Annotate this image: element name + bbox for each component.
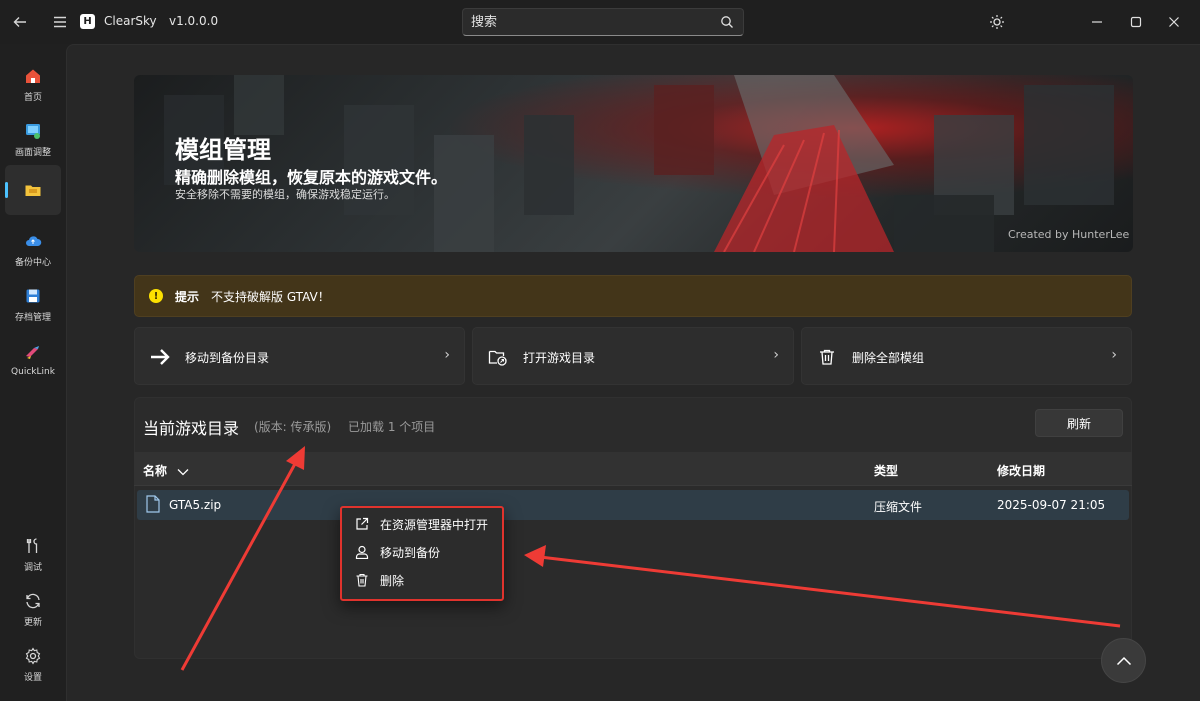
cloud-backup-icon	[24, 232, 42, 250]
sidebar-item-label: QuickLink	[11, 366, 55, 377]
gear-icon	[24, 647, 42, 665]
arrow-right-icon	[149, 346, 171, 368]
theme-toggle-icon[interactable]	[987, 12, 1007, 32]
directory-title: 当前游戏目录	[143, 419, 240, 438]
chevron-down-icon	[177, 468, 189, 475]
sidebar-item-update[interactable]: 更新	[5, 585, 61, 635]
search-input[interactable]	[471, 9, 711, 35]
file-modified-cell: 2025-09-07 21:05	[997, 498, 1106, 512]
delete-all-mods-card[interactable]: 删除全部模组 ›	[801, 327, 1132, 385]
move-to-backup-label: 移动到备份目录	[185, 351, 270, 365]
refresh-icon	[24, 592, 42, 610]
sidebar-item-settings[interactable]: 设置	[5, 640, 61, 690]
sidebar-item-mods[interactable]	[5, 165, 61, 215]
display-adjust-icon	[24, 122, 42, 140]
column-header-modified[interactable]: 修改日期	[997, 462, 1045, 479]
menu-item-delete[interactable]: 删除	[354, 569, 404, 591]
table-header	[134, 452, 1132, 486]
warning-title: 提示	[175, 290, 200, 304]
sidebar-item-label: 首页	[23, 93, 42, 103]
warning-infobar: ! 提示 不支持破解版 GTAV！	[134, 275, 1132, 317]
banner-title: 模组管理	[175, 136, 271, 164]
warning-message: 不支持破解版 GTAV！	[211, 290, 330, 304]
table-row[interactable]	[137, 490, 1129, 520]
sidebar: 首页 画面调整 备份中心 存档管理 QuickLink 调试 更新 设置	[0, 44, 66, 701]
minimize-icon[interactable]	[1087, 12, 1107, 32]
sidebar-item-label: 调试	[23, 563, 42, 573]
hamburger-menu-icon[interactable]	[48, 10, 72, 34]
title-bar: H ClearSky v1.0.0.0	[0, 0, 1200, 44]
trash-icon	[816, 346, 838, 368]
sidebar-item-display-adjust[interactable]: 画面调整	[5, 115, 61, 165]
tools-icon	[24, 537, 42, 555]
banner-subtitle: 精确删除模组，恢复原本的游戏文件。	[175, 168, 448, 187]
chevron-right-icon: ›	[444, 347, 450, 363]
app-logo: H	[80, 14, 95, 29]
trash-icon	[354, 572, 370, 588]
column-header-type[interactable]: 类型	[874, 462, 898, 479]
sidebar-item-label: 更新	[23, 618, 42, 628]
sidebar-item-label: 备份中心	[14, 258, 51, 268]
banner-credit: Created by HunterLee	[1008, 228, 1130, 241]
chevron-right-icon: ›	[773, 347, 779, 363]
quicklink-icon	[24, 344, 42, 362]
chevron-up-icon	[1116, 656, 1131, 665]
refresh-button[interactable]: 刷新	[1035, 409, 1123, 437]
back-arrow-icon[interactable]	[8, 10, 32, 34]
sidebar-item-label: 画面调整	[14, 148, 51, 158]
scroll-to-top-button[interactable]	[1101, 638, 1146, 683]
save-icon	[24, 287, 42, 305]
maximize-icon[interactable]	[1126, 12, 1146, 32]
context-menu: 在资源管理器中打开 移动到备份 删除	[340, 506, 504, 601]
search-icon[interactable]	[720, 14, 734, 33]
open-game-dir-card[interactable]: 打开游戏目录 ›	[472, 327, 794, 385]
menu-item-open-in-explorer[interactable]: 在资源管理器中打开	[354, 513, 488, 535]
close-icon[interactable]	[1164, 12, 1184, 32]
move-to-backup-card[interactable]: 移动到备份目录 ›	[134, 327, 465, 385]
sidebar-item-home[interactable]: 首页	[5, 60, 61, 110]
delete-all-mods-label: 删除全部模组	[852, 351, 925, 365]
sidebar-item-save-management[interactable]: 存档管理	[5, 280, 61, 330]
home-icon	[24, 67, 42, 85]
sidebar-item-label: 存档管理	[14, 313, 51, 323]
folder-open-icon	[487, 346, 509, 368]
banner-description: 安全移除不需要的模组，确保游戏稳定运行。	[175, 188, 395, 201]
external-link-icon	[354, 516, 370, 532]
sidebar-item-label: 设置	[23, 673, 42, 683]
sidebar-item-quicklink[interactable]: QuickLink	[5, 335, 61, 385]
file-type-cell: 压缩文件	[874, 500, 923, 514]
game-directory-panel	[134, 397, 1132, 659]
app-name: ClearSky	[104, 14, 157, 28]
column-header-name[interactable]: 名称	[143, 462, 189, 479]
sidebar-item-backup-center[interactable]: 备份中心	[5, 225, 61, 275]
directory-version: (版本: 传承版)	[254, 420, 332, 434]
menu-item-move-to-backup[interactable]: 移动到备份	[354, 541, 440, 563]
directory-item-count: 已加载 1 个项目	[348, 420, 436, 434]
chevron-right-icon: ›	[1111, 347, 1117, 363]
user-icon	[354, 544, 370, 560]
search-box[interactable]	[462, 8, 744, 36]
folder-icon	[24, 181, 42, 199]
open-game-dir-label: 打开游戏目录	[523, 351, 596, 365]
sidebar-item-debug[interactable]: 调试	[5, 530, 61, 580]
app-version: v1.0.0.0	[169, 14, 219, 28]
file-name-cell: GTA5.zip	[169, 498, 222, 512]
warning-icon: !	[149, 289, 163, 303]
file-icon	[146, 495, 160, 517]
